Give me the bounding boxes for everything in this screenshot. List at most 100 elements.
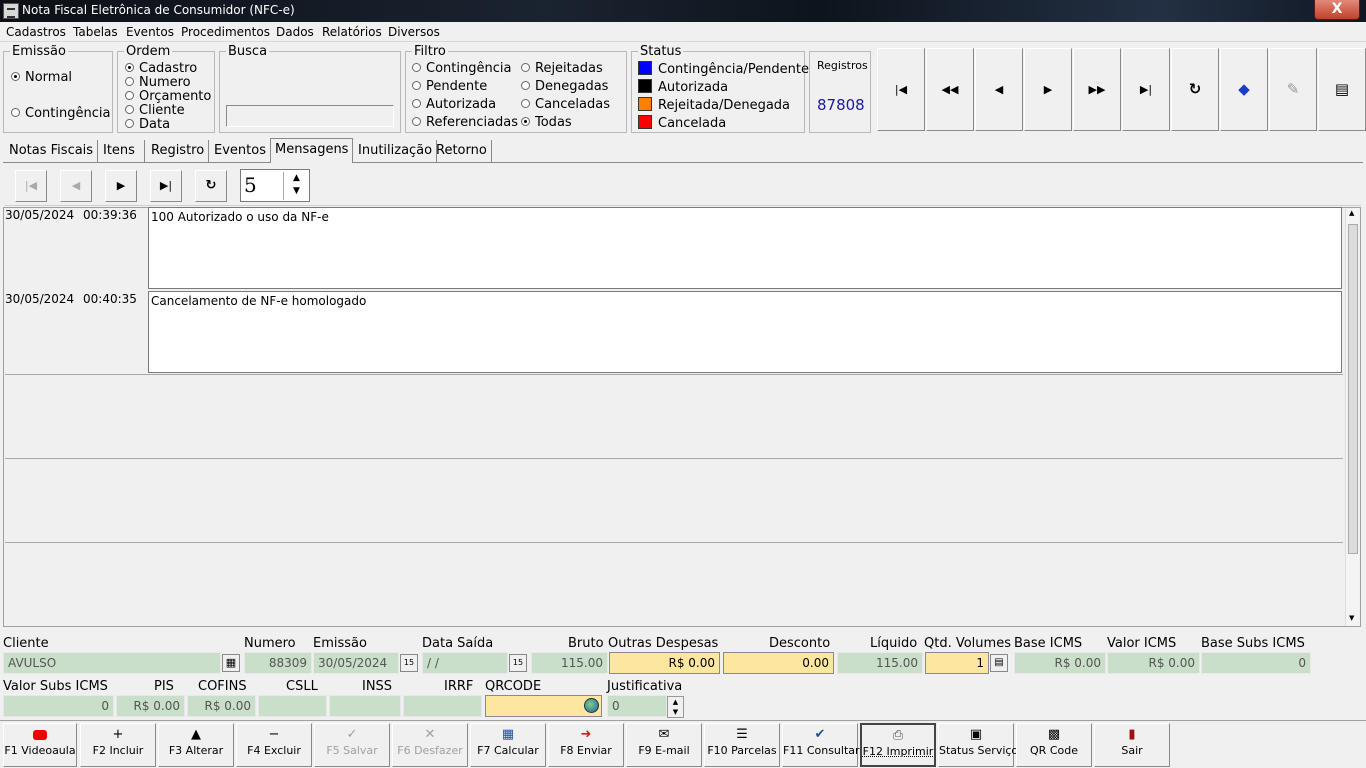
msg-last-button[interactable]: ▶| — [150, 170, 182, 202]
menu-procedimentos[interactable]: Procedimentos — [181, 25, 270, 39]
keypad-icon[interactable]: ▤ — [990, 654, 1008, 672]
ordem-cadastro-radio[interactable]: Cadastro — [125, 61, 197, 76]
numero-field[interactable]: 88309 — [244, 652, 312, 674]
spinner-arrows-icon[interactable]: ▲ ▼ — [283, 172, 309, 200]
cliente-field[interactable]: AVULSO — [3, 652, 221, 674]
base-subs-icms-field[interactable]: 0 — [1201, 652, 1311, 674]
tag-button[interactable]: ◆ — [1220, 48, 1268, 131]
f6-desfazer-button[interactable]: ✕ F6 Desfazer — [392, 723, 468, 767]
msg-prior-button[interactable]: ◀ — [60, 170, 92, 202]
filtro-referenciadas-radio[interactable]: Referenciadas — [412, 115, 518, 130]
msg-first-button[interactable]: |◀ — [15, 170, 47, 202]
refresh-button[interactable]: ↻ — [1171, 48, 1219, 131]
message-text[interactable]: 100 Autorizado o uso da NF-e — [148, 207, 1342, 289]
filtro-pendente-radio[interactable]: Pendente — [412, 79, 487, 94]
next-record-button[interactable]: ▶ — [1024, 48, 1072, 131]
liquido-field[interactable]: 115.00 — [837, 652, 923, 674]
ordem-numero-radio[interactable]: Numero — [125, 75, 191, 90]
inss-field[interactable] — [329, 695, 401, 717]
swatch-black — [638, 79, 652, 93]
csll-field[interactable] — [258, 695, 327, 717]
filtro-autorizada-radio[interactable]: Autorizada — [412, 97, 496, 112]
menu-relatorios[interactable]: Relatórios — [322, 25, 382, 39]
emissao-normal-radio[interactable]: Normal — [11, 70, 72, 85]
msg-count-value: 5 — [244, 173, 257, 197]
tab-mensagens[interactable]: Mensagens — [270, 138, 354, 163]
ordem-data-radio[interactable]: Data — [125, 117, 170, 132]
filtro-rejeitadas-radio[interactable]: Rejeitadas — [521, 61, 603, 76]
valor-subs-icms-label: Valor Subs ICMS — [3, 679, 108, 694]
emissao-contingencia-radio[interactable]: Contingência — [11, 106, 110, 121]
f4-excluir-button[interactable]: − F4 Excluir — [236, 723, 312, 767]
msg-count-spinner[interactable]: 5 ▲ ▼ — [240, 169, 310, 202]
f7-calcular-button[interactable]: ▦ F7 Calcular — [470, 723, 546, 767]
goto-button[interactable]: ✎ — [1269, 48, 1317, 131]
tab-retorno[interactable]: Retorno — [432, 140, 492, 162]
outras-despesas-field[interactable]: R$ 0.00 — [609, 652, 720, 674]
cofins-field[interactable]: R$ 0.00 — [187, 695, 256, 717]
bruto-field[interactable]: 115.00 — [531, 652, 608, 674]
f3-alterar-button[interactable]: ▲ F3 Alterar — [158, 723, 234, 767]
tab-eventos[interactable]: Eventos — [210, 140, 271, 162]
close-button[interactable]: X — [1314, 0, 1360, 20]
grid-button[interactable]: ▤ — [1318, 48, 1366, 131]
next-page-button[interactable]: ▶▶ — [1073, 48, 1121, 131]
emissao-date-field[interactable]: 30/05/2024 — [313, 652, 399, 674]
calendar-icon[interactable]: 15 — [509, 654, 527, 672]
calendar-icon[interactable]: 15 — [400, 654, 418, 672]
first-record-button[interactable]: |◀ — [877, 48, 925, 131]
menu-diversos[interactable]: Diversos — [388, 25, 440, 39]
prior-record-button[interactable]: ◀ — [975, 48, 1023, 131]
tab-inutilizacao[interactable]: Inutilização — [354, 140, 438, 162]
f8-enviar-button[interactable]: ➜ F8 Enviar — [548, 723, 624, 767]
irrf-field[interactable] — [403, 695, 482, 717]
ordem-orcamento-radio[interactable]: Orçamento — [125, 89, 211, 104]
filtro-contingencia-radio[interactable]: Contingência — [412, 61, 511, 76]
qtd-volumes-field[interactable]: 1 — [925, 652, 989, 674]
ordem-cliente-radio[interactable]: Cliente — [125, 103, 185, 118]
message-text[interactable]: Cancelamento de NF-e homologado — [148, 291, 1342, 373]
globe-icon[interactable] — [584, 698, 599, 713]
menu-eventos[interactable]: Eventos — [126, 25, 174, 39]
cliente-lookup-icon[interactable]: ▦ — [222, 654, 240, 672]
desconto-field[interactable]: 0.00 — [723, 652, 834, 674]
tab-notas-fiscais[interactable]: Notas Fiscais — [5, 140, 99, 162]
f11-consultar-button[interactable]: ✔ F11 Consultar — [782, 723, 860, 767]
f9-email-button[interactable]: ✉ F9 E-mail — [626, 723, 702, 767]
valor-icms-field[interactable]: R$ 0.00 — [1107, 652, 1200, 674]
menu-cadastros[interactable]: Cadastros — [6, 25, 66, 39]
f12-imprimir-button[interactable]: ⎙ F12 Imprimir — [860, 723, 936, 767]
busca-input[interactable] — [226, 105, 394, 127]
menu-dados[interactable]: Dados — [276, 25, 314, 39]
app-icon — [3, 3, 19, 19]
justificativa-spinner-icon[interactable]: ▲ ▼ — [667, 696, 684, 718]
f2-incluir-button[interactable]: + F2 Incluir — [80, 723, 156, 767]
base-icms-field[interactable]: R$ 0.00 — [1014, 652, 1106, 674]
scroll-up-icon[interactable]: ▲ — [1349, 209, 1354, 217]
tab-registro[interactable]: Registro — [147, 140, 210, 162]
scrollbar-thumb[interactable] — [1348, 224, 1358, 554]
pis-field[interactable]: R$ 0.00 — [116, 695, 185, 717]
valor-subs-icms-field[interactable]: 0 — [3, 695, 114, 717]
f1-videoaula-button[interactable]: F1 Videoaula — [3, 723, 77, 767]
qr-code-button[interactable]: ▩ QR Code — [1016, 723, 1092, 767]
last-record-button[interactable]: ▶| — [1122, 48, 1170, 131]
f10-parcelas-button[interactable]: ☰ F10 Parcelas — [704, 723, 780, 767]
prior-page-button[interactable]: ◀◀ — [926, 48, 974, 131]
scroll-down-icon[interactable]: ▼ — [1349, 614, 1354, 622]
sair-button[interactable]: ▮ Sair — [1094, 723, 1170, 767]
f5-salvar-button[interactable]: ✓ F5 Salvar — [314, 723, 390, 767]
data-saida-field[interactable]: / / — [422, 652, 508, 674]
menu-tabelas[interactable]: Tabelas — [73, 25, 118, 39]
justificativa-field[interactable]: 0 — [607, 695, 667, 717]
msg-refresh-button[interactable]: ↻ — [195, 170, 227, 202]
csll-label: CSLL — [286, 679, 318, 694]
messages-scrollbar[interactable]: ▲ ▼ — [1345, 208, 1359, 626]
filtro-todas-radio[interactable]: Todas — [521, 115, 572, 130]
filtro-canceladas-radio[interactable]: Canceladas — [521, 97, 610, 112]
status-servico-button[interactable]: ▣ Status Serviço — [938, 723, 1018, 767]
prior-icon: ◀ — [994, 83, 1004, 96]
tab-itens[interactable]: Itens — [99, 140, 145, 162]
msg-next-button[interactable]: ▶ — [105, 170, 137, 202]
filtro-denegadas-radio[interactable]: Denegadas — [521, 79, 608, 94]
